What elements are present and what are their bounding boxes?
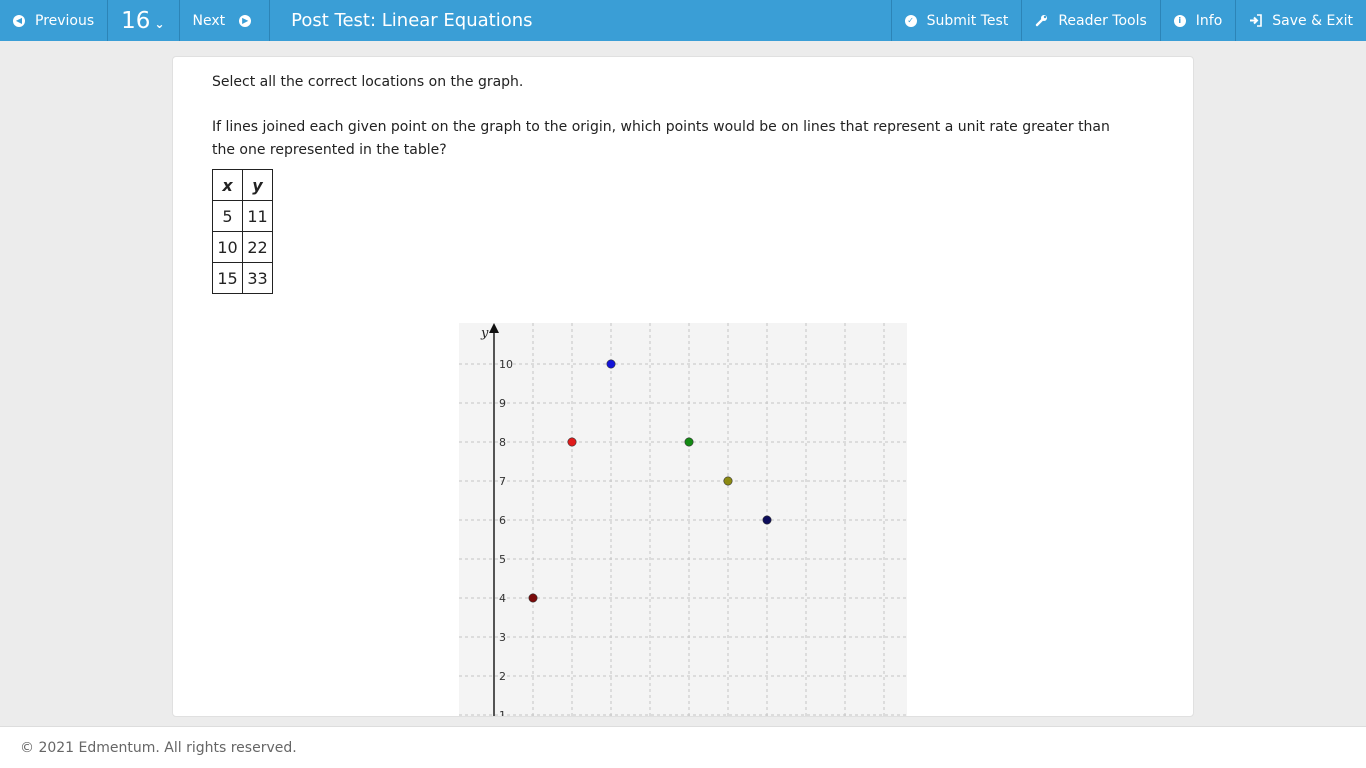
table-cell: 22 [242,231,273,263]
submit-test-label: Submit Test [926,12,1009,29]
graph-point[interactable] [684,437,694,447]
table-cell: 15 [212,262,243,294]
table-row: 5 11 [212,200,273,232]
instruction-text: Select all the correct locations on the … [212,74,524,90]
info-icon: i [1173,14,1186,27]
table-header-y: y [242,169,273,201]
arrow-right-icon: ▶ [239,14,252,27]
previous-button[interactable]: ◀ Previous [0,0,109,41]
arrow-left-icon: ◀ [13,14,25,27]
wrench-icon [1035,14,1048,27]
check-circle-icon: ✓ [904,14,917,27]
y-tick-label: 4 [499,592,506,605]
footer: © 2021 Edmentum. All rights reserved. [0,726,1366,768]
y-axis-label: y [480,326,489,341]
y-tick-label: 10 [499,358,513,371]
next-button[interactable]: Next ▶ [180,0,271,41]
top-toolbar: ◀ Previous 16 ⌄ Next ▶ Post Test: Linear… [0,0,1366,41]
previous-label: Previous [35,12,95,29]
graph-point[interactable] [567,437,577,447]
graph-point[interactable] [606,359,616,369]
y-tick-label: 7 [499,475,506,488]
table-row: 10 22 [212,231,273,263]
y-tick-label: 9 [499,397,506,410]
question-number-dropdown[interactable]: 16 ⌄ [108,0,180,41]
graph-point[interactable] [723,476,733,486]
reader-tools-label: Reader Tools [1058,12,1147,29]
rate-table: x y 5 11 10 22 15 33 [212,169,273,294]
y-tick-label: 2 [499,670,506,683]
question-number: 16 [121,7,151,34]
question-card: Select all the correct locations on the … [172,56,1194,717]
save-exit-button[interactable]: Save & Exit [1235,0,1366,41]
graph-point[interactable] [762,515,772,525]
y-tick-label: 5 [499,553,506,566]
right-toolbar: ✓ Submit Test Reader Tools i Info Save &… [890,0,1366,41]
table-cell: 10 [212,231,243,263]
info-label: Info [1195,12,1223,29]
y-tick-label: 6 [499,514,506,527]
sign-in-icon [1249,14,1263,27]
table-row: 15 33 [212,262,273,294]
question-prompt: If lines joined each given point on the … [212,119,1110,158]
table-cell: 33 [242,262,273,294]
info-button[interactable]: i Info [1159,0,1236,41]
table-cell: 11 [242,200,273,232]
coordinate-graph[interactable]: y 1 2 3 4 5 6 7 8 9 10 [459,323,907,717]
table-header-row: x y [212,169,273,201]
y-tick-label: 3 [499,631,506,644]
copyright-text: © 2021 Edmentum. All rights reserved. [20,740,297,756]
page-title: Post Test: Linear Equations [291,10,533,31]
y-tick-label: 8 [499,436,506,449]
next-label: Next [192,12,226,29]
y-tick-label: 1 [499,709,506,717]
table-header-x: x [212,169,243,201]
reader-tools-button[interactable]: Reader Tools [1021,0,1159,41]
graph-point[interactable] [528,593,538,603]
chevron-down-icon: ⌄ [154,16,165,31]
submit-test-button[interactable]: ✓ Submit Test [890,0,1022,41]
table-cell: 5 [212,200,243,232]
save-exit-label: Save & Exit [1272,12,1353,29]
